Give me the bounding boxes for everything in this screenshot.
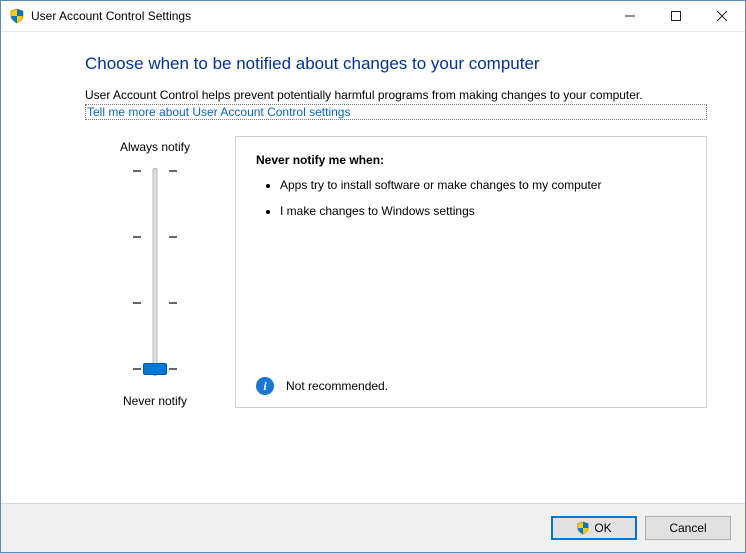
page-description: User Account Control helps prevent poten…	[85, 88, 707, 102]
caption-buttons	[607, 1, 745, 31]
window-title: User Account Control Settings	[31, 9, 191, 23]
cancel-button-label: Cancel	[669, 521, 706, 535]
slider-track	[153, 168, 158, 376]
uac-shield-icon	[9, 8, 25, 24]
slider-label-top: Always notify	[85, 140, 225, 154]
ok-button-label: OK	[594, 521, 611, 535]
title-bar: User Account Control Settings	[1, 1, 745, 32]
content-area: Choose when to be notified about changes…	[1, 32, 745, 503]
info-panel-title: Never notify me when:	[256, 153, 686, 167]
help-link[interactable]: Tell me more about User Account Control …	[85, 104, 707, 120]
page-heading: Choose when to be notified about changes…	[85, 54, 707, 74]
uac-shield-icon	[576, 521, 590, 535]
slider-thumb[interactable]	[143, 363, 167, 375]
minimize-button[interactable]	[607, 1, 653, 31]
info-icon: i	[256, 377, 274, 395]
recommendation-row: i Not recommended.	[256, 369, 686, 395]
info-bullet: Apps try to install software or make cha…	[280, 177, 686, 193]
close-button[interactable]	[699, 1, 745, 31]
info-bullet-list: Apps try to install software or make cha…	[256, 177, 686, 229]
maximize-button[interactable]	[653, 1, 699, 31]
info-bullet: I make changes to Windows settings	[280, 203, 686, 219]
recommendation-text: Not recommended.	[286, 379, 388, 393]
info-panel: Never notify me when: Apps try to instal…	[235, 136, 707, 408]
cancel-button[interactable]: Cancel	[645, 516, 731, 540]
slider-column: Always notify Never notify	[85, 136, 225, 408]
notification-slider[interactable]	[125, 162, 185, 382]
ok-button[interactable]: OK	[551, 516, 637, 540]
button-bar: OK Cancel	[1, 503, 745, 552]
slider-label-bottom: Never notify	[85, 394, 225, 408]
